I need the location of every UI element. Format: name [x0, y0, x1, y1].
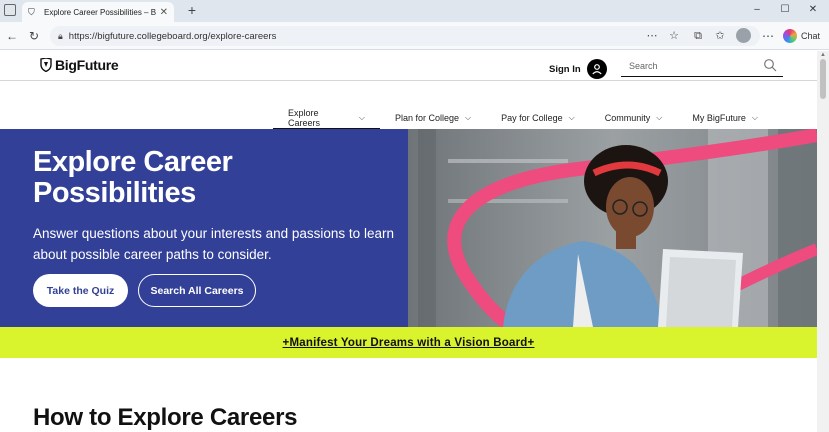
shield-icon [40, 58, 52, 72]
hero-subtitle: Answer questions about your interests an… [33, 226, 394, 262]
maximize-icon[interactable]: ☐ [775, 2, 795, 18]
browser-tab-strip: ⛉ Explore Career Possibilities – BigFu ✕… [0, 0, 829, 22]
bigfuture-logo[interactable]: BigFuture [40, 57, 119, 73]
scroll-up-icon[interactable]: ▲ [820, 52, 826, 58]
chevron-down-icon: ⌵ [358, 113, 365, 122]
nav-label: Pay for College [501, 113, 563, 123]
minimize-icon[interactable]: – [747, 2, 767, 18]
user-icon [586, 59, 607, 79]
page-scrollbar[interactable]: ▲ [817, 51, 829, 432]
vision-board-banner[interactable]: +Manifest Your Dreams with a Vision Boar… [0, 327, 817, 358]
copilot-chat-button[interactable]: Chat [783, 27, 820, 45]
new-tab-button[interactable]: + [184, 2, 200, 18]
nav-plan-for-college[interactable]: Plan for College ⌵ [380, 107, 486, 129]
nav-pay-for-college[interactable]: Pay for College ⌵ [486, 107, 590, 129]
site-header: BigFuture Sign In [0, 51, 817, 81]
chevron-down-icon: ⌵ [751, 113, 758, 122]
address-bar[interactable]: 🔒︎ https://bigfuture.collegeboard.org/ex… [50, 26, 760, 46]
copilot-label: Chat [801, 31, 821, 41]
student-photo-illustration [408, 129, 817, 327]
search-all-careers-button[interactable]: Search All Careers [138, 274, 256, 307]
scrollbar-thumb[interactable] [820, 59, 826, 99]
chevron-down-icon: ⌵ [656, 113, 663, 122]
nav-explore-careers[interactable]: Explore Careers ⌵ [273, 107, 380, 130]
hero-panel: Explore Career Possibilities Answer ques… [0, 129, 408, 327]
chevron-down-icon: ⌵ [465, 113, 472, 122]
logo-text: BigFuture [55, 57, 119, 73]
refresh-icon[interactable]: ↻ [26, 28, 42, 44]
more-menu-icon[interactable]: ⋯ [760, 28, 776, 44]
nav-label: Explore Careers [288, 108, 321, 128]
take-quiz-button[interactable]: Take the Quiz [33, 274, 128, 307]
browser-tab-active[interactable]: ⛉ Explore Career Possibilities – BigFu ✕ [22, 2, 174, 22]
site-favicon-icon: ⛉ [28, 7, 35, 17]
url-text: https://bigfuture.collegeboard.org/explo… [68, 30, 277, 42]
section-title: How to Explore Careers [33, 404, 298, 431]
close-tab-icon[interactable]: ✕ [160, 7, 168, 18]
copilot-icon [783, 29, 797, 43]
nav-label: Community [604, 113, 651, 123]
hero-title-line2: Possibilities [33, 177, 196, 209]
favorites-icon[interactable]: ✩ [712, 28, 728, 44]
main-nav: Explore Careers ⌵ Plan for College ⌵ Pay… [273, 107, 773, 130]
lock-icon: 🔒︎ [58, 30, 63, 41]
chevron-down-icon: ⌵ [568, 113, 575, 122]
browser-toolbar: ← ↻ 🔒︎ https://bigfuture.collegeboard.or… [0, 22, 829, 50]
site-search [621, 55, 783, 77]
profile-avatar[interactable] [736, 28, 751, 43]
reader-icon[interactable]: ⋯ [644, 28, 660, 44]
banner-link[interactable]: +Manifest Your Dreams with a Vision Boar… [283, 337, 535, 349]
tab-actions-icon[interactable] [4, 4, 16, 16]
tab-title: Explore Career Possibilities – BigFu [44, 7, 156, 17]
hero-image [408, 129, 817, 327]
sign-in-button[interactable]: Sign In [549, 59, 607, 79]
extensions-icon[interactable]: ⧉ [690, 28, 706, 44]
favorite-star-icon[interactable]: ☆ [666, 28, 682, 44]
nav-label: Plan for College [395, 113, 460, 123]
hero-title-line1: Explore Career [33, 146, 233, 178]
nav-label: My BigFuture [692, 113, 746, 123]
back-icon[interactable]: ← [4, 28, 20, 44]
sign-in-label: Sign In [549, 63, 581, 75]
search-input[interactable] [629, 60, 754, 71]
search-icon[interactable] [763, 58, 777, 72]
hero-title: Explore Career Possibilities [33, 147, 403, 209]
nav-my-bigfuture[interactable]: My BigFuture ⌵ [677, 107, 773, 129]
nav-community[interactable]: Community ⌵ [590, 107, 678, 129]
page-viewport: BigFuture Sign In Explore Careers ⌵ [0, 51, 817, 432]
close-window-icon[interactable]: ✕ [803, 2, 823, 18]
